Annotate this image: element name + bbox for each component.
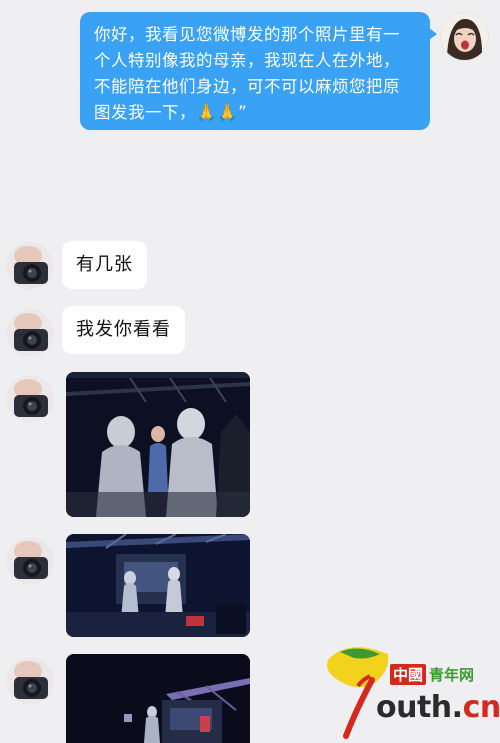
- watermark-brand-text: 中國 青年网: [390, 664, 474, 685]
- incoming-message-text: 有几张: [76, 254, 133, 275]
- watermark-domain-tld: cn: [462, 690, 500, 725]
- contact-avatar[interactable]: [6, 657, 54, 705]
- incoming-message-text: 我发你看看: [76, 319, 171, 340]
- outgoing-message-bubble[interactable]: 你好，我看见您微博发的那个照片里有一个人特别像我的母亲，我现在人在外地，不能陪在…: [80, 12, 437, 130]
- incoming-message-bubble[interactable]: 有几张: [62, 241, 147, 289]
- outgoing-message-text: 你好，我看见您微博发的那个照片里有一个人特别像我的母亲，我现在人在外地，不能陪在…: [94, 25, 400, 122]
- chat-window: 你好，我看见您微博发的那个照片里有一个人特别像我的母亲，我现在人在外地，不能陪在…: [0, 0, 500, 743]
- watermark-domain-main: outh.: [376, 690, 463, 725]
- contact-avatar[interactable]: [6, 537, 54, 585]
- watermark-brand-green: 青年网: [429, 666, 475, 684]
- watermark-domain: outh.cn: [376, 690, 500, 725]
- contact-avatar[interactable]: [6, 242, 54, 290]
- youth-cn-watermark: 中國 青年网 outh.cn: [318, 640, 500, 740]
- watermark-brand-red: 中國: [390, 664, 427, 685]
- incoming-photo[interactable]: [66, 654, 250, 743]
- self-avatar[interactable]: [440, 12, 489, 61]
- contact-avatar[interactable]: [6, 309, 54, 357]
- incoming-message-bubble[interactable]: 我发你看看: [62, 306, 185, 354]
- contact-avatar[interactable]: [6, 375, 54, 423]
- incoming-photo[interactable]: [66, 372, 250, 517]
- incoming-photo[interactable]: [66, 534, 250, 637]
